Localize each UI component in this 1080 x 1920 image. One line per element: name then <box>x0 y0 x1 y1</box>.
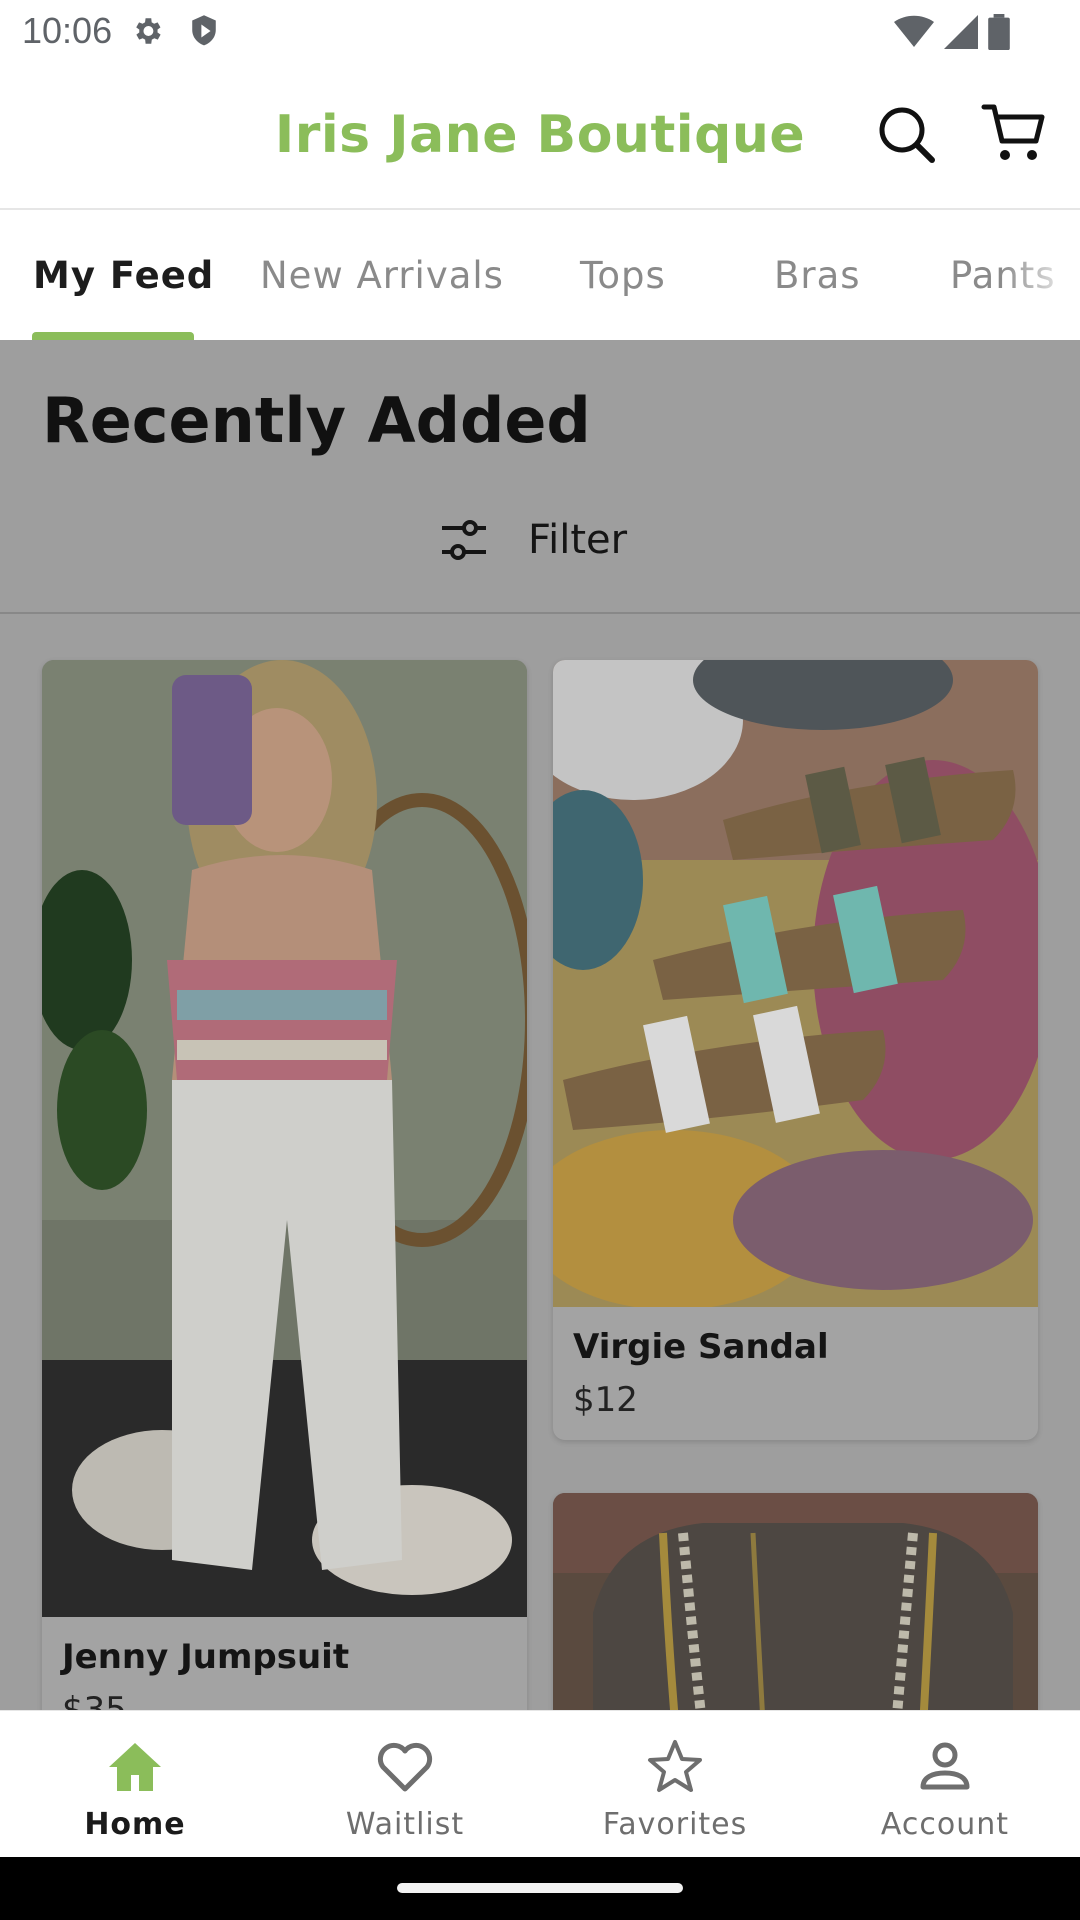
active-tab-indicator <box>32 332 194 340</box>
nav-waitlist[interactable]: Waitlist <box>270 1711 540 1858</box>
bottom-nav: Home Waitlist Favorites Account <box>0 1710 1080 1857</box>
product-image <box>42 660 527 1617</box>
product-card[interactable] <box>553 1493 1038 1710</box>
product-name: Virgie Sandal <box>573 1327 829 1367</box>
nav-label: Waitlist <box>345 1807 465 1842</box>
wifi-icon <box>894 15 934 54</box>
gear-icon <box>130 14 164 53</box>
tab-bras[interactable]: Bras <box>774 254 861 297</box>
product-image <box>553 660 1038 1307</box>
sliders-icon <box>442 520 486 560</box>
product-price: $35 <box>62 1690 127 1710</box>
search-icon <box>879 107 935 163</box>
category-tabs: My Feed New Arrivals Tops Bras Pants <box>0 210 1080 340</box>
product-card[interactable]: Jenny Jumpsuit $35 <box>42 660 527 1710</box>
nav-label: Account <box>880 1807 1010 1842</box>
product-image <box>553 1493 1038 1710</box>
divider <box>0 612 1080 614</box>
filter-label: Filter <box>528 517 628 563</box>
tab-tops[interactable]: Tops <box>580 254 666 297</box>
section-title: Recently Added <box>42 384 591 457</box>
product-card[interactable]: Virgie Sandal $12 <box>553 660 1038 1440</box>
cart-icon <box>981 104 1045 160</box>
nav-home[interactable]: Home <box>0 1711 270 1858</box>
tab-new-arrivals[interactable]: New Arrivals <box>260 254 504 297</box>
star-icon <box>648 1740 702 1792</box>
nav-label: Favorites <box>602 1807 748 1842</box>
home-gesture-pill[interactable] <box>397 1883 683 1893</box>
signal-icon <box>944 15 978 54</box>
shield-icon <box>188 14 220 53</box>
battery-icon <box>988 14 1010 55</box>
person-icon <box>920 1742 970 1790</box>
nav-account[interactable]: Account <box>810 1711 1080 1858</box>
nav-label: Home <box>84 1807 186 1842</box>
tab-fade <box>1000 210 1080 340</box>
system-nav-bar <box>0 1857 1080 1920</box>
heart-icon <box>377 1742 433 1792</box>
cart-button[interactable] <box>980 101 1046 167</box>
feed-content: Recently Added Filter Jenny Jumpsuit $35… <box>0 340 1080 1710</box>
product-price: $12 <box>573 1380 638 1420</box>
home-icon <box>109 1743 161 1791</box>
filter-button[interactable]: Filter <box>440 510 627 570</box>
status-bar: 10:06 <box>0 0 1080 63</box>
tab-my-feed[interactable]: My Feed <box>33 254 214 297</box>
status-time: 10:06 <box>22 10 113 51</box>
app-bar: Iris Jane Boutique <box>0 63 1080 210</box>
search-button[interactable] <box>877 105 937 165</box>
product-name: Jenny Jumpsuit <box>62 1637 350 1677</box>
nav-favorites[interactable]: Favorites <box>540 1711 810 1858</box>
